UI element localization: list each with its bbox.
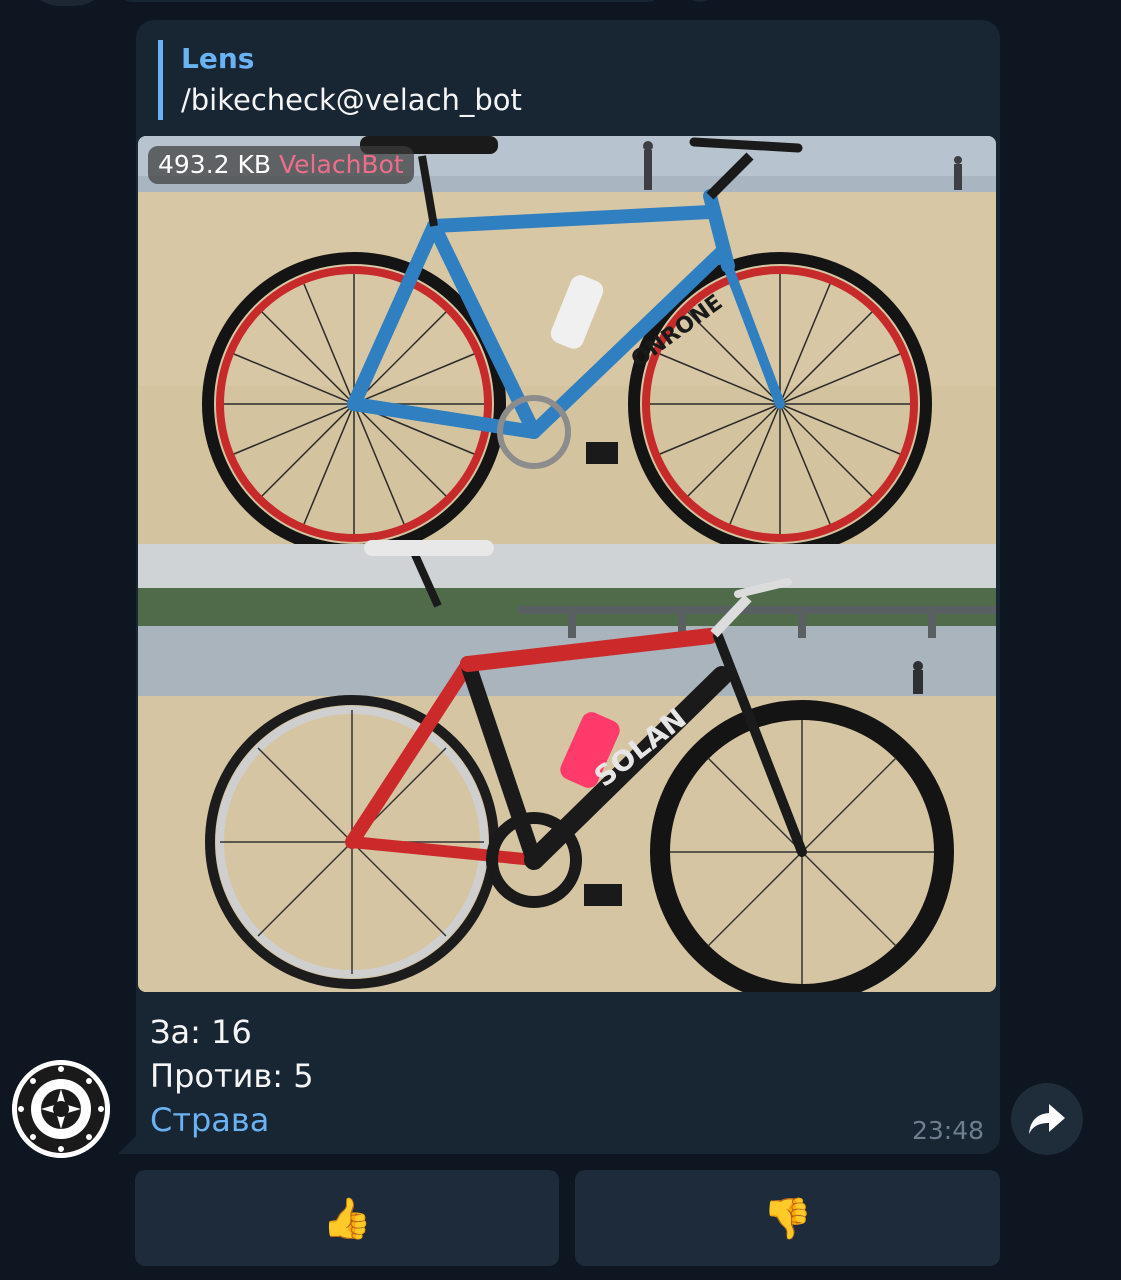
reply-author: Lens [181, 42, 255, 75]
message-caption: За: 16 Против: 5 Страва [150, 1010, 314, 1142]
message-photo[interactable]: ONRONE SOLAN 493.2 KB VelachBot [138, 136, 996, 992]
votes-for: За: 16 [150, 1013, 252, 1051]
top-photo: ONRONE [138, 136, 996, 556]
previous-avatar [24, 0, 110, 6]
thumbs-up-button[interactable]: 👍 [135, 1170, 559, 1266]
photo-size-badge: 493.2 KB VelachBot [148, 146, 414, 184]
previous-message [120, 0, 660, 2]
strava-link[interactable]: Страва [150, 1098, 314, 1142]
chainring-icon [12, 1060, 110, 1158]
forward-arrow-icon [1029, 1104, 1065, 1134]
chat-screen: Lens /bikecheck@velach_bot ONRONE SOLAN … [0, 0, 1121, 1280]
bikes-photo-illustration: ONRONE SOLAN [138, 136, 996, 992]
forward-button[interactable] [1011, 1083, 1083, 1155]
thumbs-down-button[interactable]: 👎 [575, 1170, 1000, 1266]
thumbs-up-icon: 👍 [322, 1195, 372, 1242]
photo-size: 493.2 KB [158, 150, 272, 179]
thumbs-down-icon: 👎 [762, 1195, 813, 1242]
reply-quote[interactable]: Lens /bikecheck@velach_bot [158, 40, 522, 120]
sender-avatar[interactable] [12, 1060, 110, 1158]
votes-against: Против: 5 [150, 1057, 314, 1095]
reply-text: /bikecheck@velach_bot [181, 83, 522, 117]
bottom-photo: SOLAN [138, 540, 996, 992]
message-bubble[interactable]: Lens /bikecheck@velach_bot ONRONE SOLAN … [136, 20, 1000, 1154]
message-time: 23:48 [911, 1116, 984, 1145]
previous-forward-button[interactable] [680, 0, 720, 2]
via-bot-label[interactable]: VelachBot [279, 150, 404, 179]
